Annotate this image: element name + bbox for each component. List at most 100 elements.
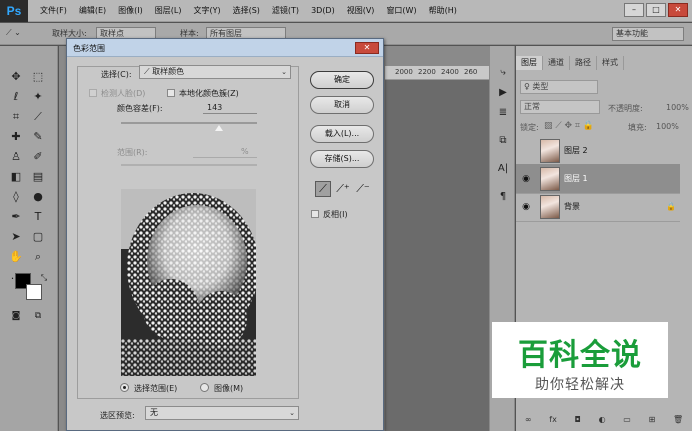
- new-group-icon[interactable]: ▭: [623, 415, 631, 424]
- blend-mode-select[interactable]: 正常: [520, 100, 600, 114]
- save-button[interactable]: 存储(S)...: [310, 150, 374, 168]
- marquee-tool-icon[interactable]: ⬚: [30, 68, 46, 84]
- fill-value[interactable]: 100%: [656, 122, 679, 131]
- layers-panel-tabs: 图层 通道 路径 样式: [516, 56, 692, 70]
- eyedropper-plus-icon[interactable]: ⟋⁺: [335, 181, 351, 197]
- background-color-swatch[interactable]: [26, 284, 42, 300]
- tab-channels[interactable]: 通道: [543, 56, 570, 70]
- close-window-button[interactable]: ✕: [668, 3, 688, 17]
- workspace-select[interactable]: 基本功能: [612, 27, 684, 41]
- quick-mask-icon[interactable]: ◙: [8, 308, 24, 324]
- paragraph-style-icon[interactable]: ⧉: [495, 132, 511, 148]
- paragraph-panel-icon[interactable]: ¶: [495, 188, 511, 204]
- layer-filter-select[interactable]: ♀ 类型: [520, 80, 598, 94]
- fuzziness-label: 颜色容差(F):: [117, 104, 163, 113]
- pen-tool-icon[interactable]: ✒: [8, 208, 24, 224]
- maximize-button[interactable]: □: [646, 3, 666, 17]
- dialog-close-button[interactable]: ✕: [355, 42, 379, 54]
- menu-select[interactable]: 选择(S): [227, 5, 266, 16]
- opacity-value[interactable]: 100%: [666, 103, 689, 112]
- range-label: 范围(R):: [117, 148, 148, 157]
- menu-edit[interactable]: 编辑(E): [73, 5, 112, 16]
- actions-panel-icon[interactable]: ▶: [495, 84, 511, 100]
- move-tool-icon[interactable]: ✥: [8, 68, 24, 84]
- radio-image[interactable]: [200, 383, 209, 392]
- photoshop-logo: Ps: [0, 0, 28, 22]
- tools-panel: ✥ ⬚ ℓ ✦ ⌗ ⟋ ✚ ✎ ♙ ✐ ◧ ▤ ◊ ● ✒ T ➤ ▢ ✋ ⌕ …: [0, 46, 58, 431]
- menu-window[interactable]: 窗口(W): [380, 5, 422, 16]
- document-canvas[interactable]: [385, 80, 489, 431]
- color-range-dialog: 色彩范围 ✕ 选择(C): ⟋ 取样颜色 ⌄ 检测人脸(D) 本地化颜色簇(Z)…: [66, 38, 384, 431]
- load-button[interactable]: 载入(L)...: [310, 125, 374, 143]
- dialog-titlebar[interactable]: 色彩范围 ✕: [67, 39, 383, 57]
- brush-tool-icon[interactable]: ✎: [30, 128, 46, 144]
- healing-brush-icon[interactable]: ✚: [8, 128, 24, 144]
- ok-button[interactable]: 确定: [310, 71, 374, 89]
- blur-tool-icon[interactable]: ◊: [8, 188, 24, 204]
- fuzziness-value[interactable]: 143: [207, 103, 222, 112]
- cancel-button[interactable]: 取消: [310, 96, 374, 114]
- ruler-mark: 2200: [418, 68, 436, 76]
- delete-layer-icon[interactable]: 🗑: [673, 415, 683, 424]
- tab-styles[interactable]: 样式: [597, 56, 624, 70]
- menu-image[interactable]: 图像(I): [112, 5, 149, 16]
- fuzziness-slider-track[interactable]: [121, 122, 257, 124]
- screen-mode-icon[interactable]: ⧉: [30, 308, 46, 324]
- select-dropdown[interactable]: ⟋ 取样颜色 ⌄: [139, 65, 291, 79]
- type-tool-icon[interactable]: T: [30, 208, 46, 224]
- selection-preview-select[interactable]: 无 ⌄: [145, 406, 299, 420]
- fuzziness-slider-thumb[interactable]: [214, 125, 223, 131]
- detect-faces-checkbox[interactable]: [89, 89, 97, 97]
- eye-icon[interactable]: ◉: [516, 174, 536, 184]
- dodge-tool-icon[interactable]: ●: [30, 188, 46, 204]
- selection-preview-value: 无: [150, 408, 158, 417]
- lock-icons[interactable]: ▨ ⟋ ✥ ⌗ 🔒: [544, 121, 594, 131]
- link-layers-icon[interactable]: ∞: [525, 415, 532, 424]
- history-panel-icon[interactable]: ⤷: [495, 64, 511, 80]
- history-brush-icon[interactable]: ✐: [30, 148, 46, 164]
- eye-icon[interactable]: ◉: [516, 202, 536, 212]
- magic-wand-icon[interactable]: ✦: [30, 88, 46, 104]
- radio-selection[interactable]: [120, 383, 129, 392]
- layer-row[interactable]: 图层 2: [516, 136, 680, 166]
- new-layer-icon[interactable]: ⊞: [649, 415, 656, 424]
- tab-paths[interactable]: 路径: [570, 56, 597, 70]
- menu-help[interactable]: 帮助(H): [423, 5, 463, 16]
- gradient-tool-icon[interactable]: ▤: [30, 168, 46, 184]
- eyedropper-tool-icon[interactable]: ⟋: [30, 108, 46, 124]
- character-panel-icon[interactable]: A|: [495, 160, 511, 176]
- layer-style-icon[interactable]: fx: [549, 415, 557, 424]
- layer-name: 图层 2: [564, 146, 588, 155]
- menu-layer[interactable]: 图层(L): [149, 5, 188, 16]
- menu-file[interactable]: 文件(F): [34, 5, 73, 16]
- properties-panel-icon[interactable]: ≣: [495, 104, 511, 120]
- menu-type[interactable]: 文字(Y): [187, 5, 226, 16]
- minimize-button[interactable]: –: [624, 3, 644, 17]
- eyedropper-tool-icon[interactable]: ⟋ ⌄: [6, 28, 21, 38]
- menu-filter[interactable]: 滤镜(T): [266, 5, 305, 16]
- menu-3d[interactable]: 3D(D): [305, 6, 341, 15]
- layer-row-selected[interactable]: ◉ 图层 1: [516, 164, 680, 194]
- hand-tool-icon[interactable]: ✋: [8, 248, 24, 264]
- shape-tool-icon[interactable]: ▢: [30, 228, 46, 244]
- eraser-tool-icon[interactable]: ◧: [8, 168, 24, 184]
- path-select-icon[interactable]: ➤: [8, 228, 24, 244]
- fill-label: 填充:: [628, 123, 647, 132]
- zoom-tool-icon[interactable]: ⌕: [30, 248, 46, 264]
- localized-clusters-checkbox[interactable]: [167, 89, 175, 97]
- invert-checkbox[interactable]: [311, 210, 319, 218]
- adjustment-layer-icon[interactable]: ◐: [599, 415, 606, 424]
- lasso-tool-icon[interactable]: ℓ: [8, 88, 24, 104]
- add-mask-icon[interactable]: ◘: [575, 415, 581, 424]
- layer-row[interactable]: ◉ 背景 🔒: [516, 192, 680, 222]
- watermark: 百科全说 助你轻松解决: [492, 322, 668, 398]
- menu-view[interactable]: 视图(V): [341, 5, 381, 16]
- lock-label: 锁定:: [520, 123, 539, 132]
- swap-colors-icon[interactable]: ⤡: [36, 270, 52, 286]
- clone-stamp-icon[interactable]: ♙: [8, 148, 24, 164]
- eyedropper-icon[interactable]: ⟋: [315, 181, 331, 197]
- crop-tool-icon[interactable]: ⌗: [8, 108, 24, 124]
- eyedropper-minus-icon[interactable]: ⟋⁻: [355, 181, 371, 197]
- ruler-mark: 2000: [395, 68, 413, 76]
- tab-layers[interactable]: 图层: [516, 56, 543, 70]
